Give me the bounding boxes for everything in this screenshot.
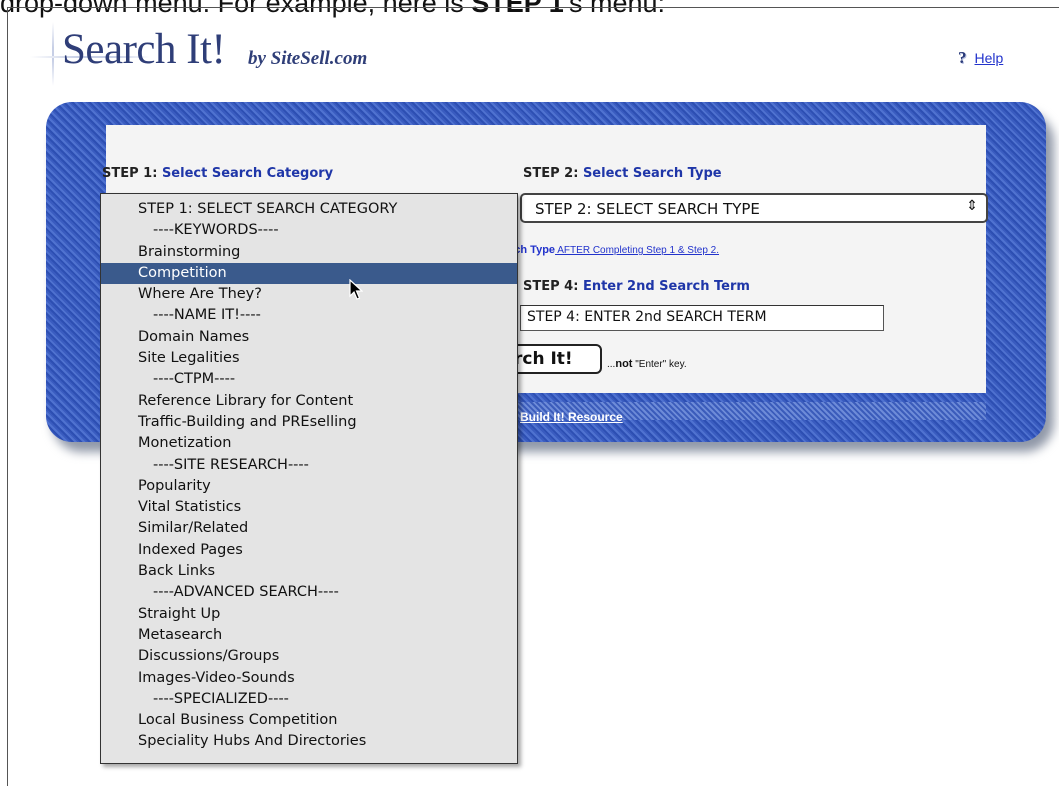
step1-label-text: Select Search Category <box>161 166 334 181</box>
second-search-term-value: STEP 4: ENTER 2nd SEARCH TERM <box>527 309 767 325</box>
help-link[interactable]: Help <box>975 50 1004 66</box>
dropdown-option[interactable]: Straight Up <box>101 604 517 625</box>
logo-title: Search It! <box>62 26 226 73</box>
dropdown-option[interactable]: Discussions/Groups <box>101 646 517 667</box>
step2-label-text: Select Search Type <box>582 166 722 181</box>
help-link-area[interactable]: ? Help <box>958 48 1003 68</box>
dropdown-option[interactable]: Images-Video-Sounds <box>101 668 517 689</box>
select-arrows-icon[interactable]: ⇕ <box>966 198 978 214</box>
dropdown-option[interactable]: Monetization <box>101 433 517 454</box>
search-it-button[interactable]: rch It! <box>506 344 602 374</box>
dropdown-group-header[interactable]: ----SITE RESEARCH---- <box>101 455 517 476</box>
not-enter-bold: not <box>615 358 633 370</box>
not-enter-note: ...not "Enter" key. <box>607 358 687 370</box>
dropdown-option[interactable]: Reference Library for Content <box>101 391 517 412</box>
logo-byline: by SiteSell.com <box>248 48 368 69</box>
search-category-options: STEP 1: SELECT SEARCH CATEGORY ----KEYWOR… <box>101 199 517 753</box>
step3-hint: rch Type AFTER Completing Step 1 & Step … <box>510 244 719 256</box>
step2-label: STEP 2: Select Search Type <box>523 166 722 181</box>
dropdown-group-header[interactable]: ----SPECIALIZED---- <box>101 689 517 710</box>
help-icon[interactable]: ? <box>958 48 967 68</box>
dropdown-group-header[interactable]: ----CTPM---- <box>101 369 517 390</box>
dropdown-option[interactable]: Metasearch <box>101 625 517 646</box>
dropdown-group-header[interactable]: ----NAME IT!---- <box>101 305 517 326</box>
dropdown-option[interactable]: Back Links <box>101 561 517 582</box>
dropdown-option[interactable]: Where Are They? <box>101 284 517 305</box>
dropdown-option[interactable]: Domain Names <box>101 327 517 348</box>
dropdown-option[interactable]: Speciality Hubs And Directories <box>101 731 517 752</box>
search-category-dropdown[interactable]: STEP 1: SELECT SEARCH CATEGORY ----KEYWOR… <box>100 193 518 764</box>
dropdown-option[interactable]: Traffic-Building and PREselling <box>101 412 517 433</box>
search-type-select[interactable]: STEP 2: SELECT SEARCH TYPE ⇕ <box>520 193 988 223</box>
step4-label-prefix: STEP 4: <box>523 279 583 294</box>
step1-label-prefix: STEP 1: <box>102 166 162 181</box>
dropdown-option[interactable]: Brainstorming <box>101 242 517 263</box>
logo-crosshair-vertical <box>52 22 54 86</box>
mouse-pointer-icon <box>349 279 363 300</box>
dropdown-placeholder-option[interactable]: STEP 1: SELECT SEARCH CATEGORY <box>101 199 517 220</box>
dropdown-option[interactable]: Similar/Related <box>101 518 517 539</box>
dropdown-group-header[interactable]: ----KEYWORDS---- <box>101 220 517 241</box>
step1-label: STEP 1: Select Search Category <box>102 166 333 181</box>
not-enter-text: "Enter" key. <box>632 359 687 370</box>
search-it-button-label: rch It! <box>514 349 573 369</box>
dropdown-option[interactable]: Popularity <box>101 476 517 497</box>
dropdown-option[interactable]: Indexed Pages <box>101 540 517 561</box>
dropdown-option[interactable]: Vital Statistics <box>101 497 517 518</box>
step2-label-prefix: STEP 2: <box>523 166 583 181</box>
step3-hint-text: AFTER Completing Step 1 & Step 2. <box>555 245 720 256</box>
search-type-select-value: STEP 2: SELECT SEARCH TYPE <box>535 200 760 218</box>
step4-label: STEP 4: Enter 2nd Search Term <box>523 279 750 294</box>
step4-label-text: Enter 2nd Search Term <box>582 279 750 294</box>
second-search-term-input[interactable]: STEP 4: ENTER 2nd SEARCH TERM <box>520 305 884 331</box>
build-it-resource-link[interactable]: Build It! Resource <box>520 410 623 424</box>
dropdown-option[interactable]: Site Legalities <box>101 348 517 369</box>
dropdown-option[interactable]: Local Business Competition <box>101 710 517 731</box>
dropdown-option[interactable]: Competition <box>101 262 517 285</box>
dropdown-group-header[interactable]: ----ADVANCED SEARCH---- <box>101 582 517 603</box>
